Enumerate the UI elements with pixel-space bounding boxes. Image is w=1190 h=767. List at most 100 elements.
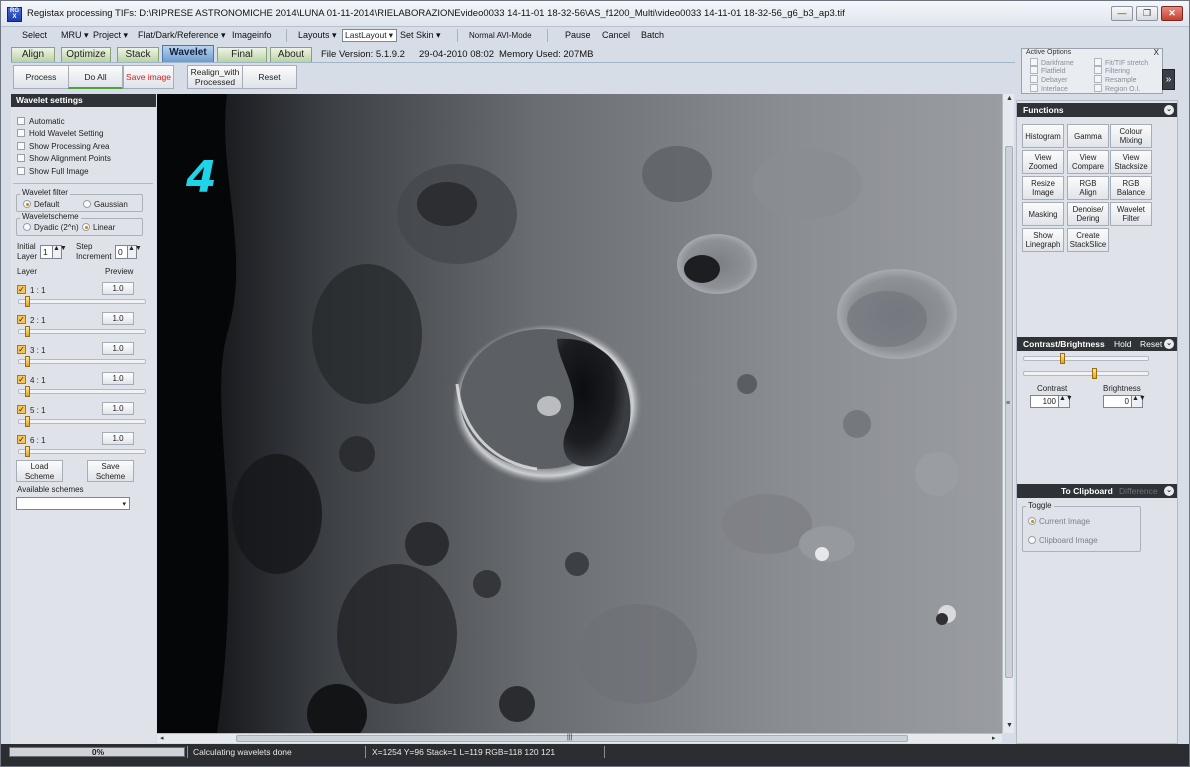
process-button[interactable]: Process — [13, 65, 69, 89]
view-stacksize-button[interactable]: View Stacksize — [1110, 150, 1152, 174]
horizontal-scrollbar[interactable]: ◂ ||| ▸ — [157, 733, 1002, 743]
menu-layouts[interactable]: Layouts ▾ — [298, 30, 337, 41]
layer-slider[interactable] — [18, 326, 146, 337]
spinner-arrows-icon[interactable]: ▲▼ — [1131, 395, 1146, 407]
layer-slider-thumb[interactable] — [25, 446, 30, 457]
scroll-right-icon[interactable]: ▸ — [992, 734, 996, 742]
scroll-left-icon[interactable]: ◂ — [160, 734, 164, 742]
layer-enable-checkbox[interactable]: ✓ — [17, 375, 26, 384]
rgb-align-button[interactable]: RGB Align — [1067, 176, 1109, 200]
layer-slider-thumb[interactable] — [25, 296, 30, 307]
show-linegraph-button[interactable]: Show Linegraph — [1022, 228, 1064, 252]
vertical-scroll-thumb[interactable] — [1005, 146, 1013, 678]
option-filtering[interactable]: Filtering — [1094, 66, 1130, 75]
filter-gaussian-radio[interactable]: Gaussian — [83, 200, 128, 209]
rgb-balance-button[interactable]: RGB Balance — [1110, 176, 1152, 200]
layout-select[interactable]: LastLayout ▾ — [342, 29, 397, 42]
view-compare-button[interactable]: View Compare — [1067, 150, 1109, 174]
layer-preview-button[interactable]: 1.0 — [102, 282, 134, 295]
menu-project[interactable]: Project ▾ — [93, 30, 128, 41]
wavelet-filter-button[interactable]: Wavelet Filter — [1110, 202, 1152, 226]
scroll-down-icon[interactable]: ▼ — [1006, 722, 1013, 729]
collapse-icon[interactable]: ⌄ — [1164, 339, 1174, 349]
clipboard-image-radio[interactable]: Clipboard Image — [1028, 536, 1098, 545]
show-full-image-checkbox[interactable]: Show Full Image — [17, 167, 89, 176]
to-clipboard-button[interactable]: To Clipboard — [1061, 484, 1113, 498]
layer-enable-checkbox[interactable]: ✓ — [17, 315, 26, 324]
option-flatfield[interactable]: Flatfield — [1030, 66, 1066, 75]
initial-layer-spinner[interactable]: 1 ▲▼ — [40, 245, 67, 259]
brightness-input[interactable]: 0 ▲▼ — [1103, 395, 1146, 408]
spinner-arrows-icon[interactable]: ▲▼ — [52, 245, 67, 258]
cancel-button[interactable]: Cancel — [602, 30, 630, 40]
layer-slider-thumb[interactable] — [25, 386, 30, 397]
layer-preview-button[interactable]: 1.0 — [102, 342, 134, 355]
option-resample[interactable]: Resample — [1094, 75, 1137, 84]
layer-slider[interactable] — [18, 296, 146, 307]
maximize-button[interactable]: ❐ — [1136, 6, 1158, 21]
functions-header[interactable]: Functions ⌄ — [1017, 103, 1177, 117]
show-alignment-points-checkbox[interactable]: Show Alignment Points — [17, 154, 111, 163]
tab-wavelet[interactable]: Wavelet — [162, 45, 214, 62]
resize-image-button[interactable]: Resize Image — [1022, 176, 1064, 200]
layer-slider[interactable] — [18, 356, 146, 367]
tab-final[interactable]: Final — [217, 47, 267, 62]
spinner-arrows-icon[interactable]: ▲▼ — [1058, 395, 1073, 407]
batch-button[interactable]: Batch — [641, 30, 664, 40]
layer-slider-thumb[interactable] — [25, 356, 30, 367]
hold-wavelet-setting-checkbox[interactable]: Hold Wavelet Setting — [17, 129, 103, 138]
create-stackslice-button[interactable]: Create StackSlice — [1067, 228, 1109, 252]
layer-enable-checkbox[interactable]: ✓ — [17, 285, 26, 294]
masking-button[interactable]: Masking — [1022, 202, 1064, 226]
filter-default-radio[interactable]: Default — [23, 200, 59, 209]
scheme-dyadic-radio[interactable]: Dyadic (2^n) — [23, 223, 79, 232]
reset-button[interactable]: Reset — [242, 65, 297, 89]
layer-slider[interactable] — [18, 446, 146, 457]
menu-mru[interactable]: MRU ▾ — [61, 30, 89, 41]
menu-select[interactable]: Select — [22, 30, 47, 40]
hold-button[interactable]: Hold — [1114, 337, 1131, 351]
layer-slider-thumb[interactable] — [25, 416, 30, 427]
available-schemes-select[interactable]: ▾ — [16, 497, 130, 510]
histogram-button[interactable]: Histogram — [1022, 124, 1064, 148]
contrast-slider-thumb[interactable] — [1060, 353, 1065, 364]
brightness-slider[interactable] — [1023, 368, 1149, 379]
menu-avi-mode[interactable]: Normal AVI-Mode — [469, 31, 532, 40]
automatic-checkbox[interactable]: Automatic — [17, 117, 65, 126]
collapse-icon[interactable]: ⌄ — [1164, 105, 1174, 115]
scroll-up-icon[interactable]: ▲ — [1006, 95, 1013, 102]
save-scheme-button[interactable]: Save Scheme — [87, 460, 134, 482]
save-image-button[interactable]: Save image — [123, 65, 174, 89]
layer-preview-button[interactable]: 1.0 — [102, 402, 134, 415]
contrast-input[interactable]: 100 ▲▼ — [1030, 395, 1073, 408]
option-debayer[interactable]: Debayer — [1030, 75, 1067, 84]
layer-preview-button[interactable]: 1.0 — [102, 432, 134, 445]
layer-slider[interactable] — [18, 386, 146, 397]
layer-enable-checkbox[interactable]: ✓ — [17, 435, 26, 444]
expand-panel-button[interactable]: » — [1162, 69, 1175, 90]
vertical-scrollbar[interactable]: ▲ ≡ ▼ — [1002, 94, 1014, 733]
step-increment-spinner[interactable]: 0 ▲▼ — [115, 245, 142, 259]
denoise-dering-button[interactable]: Denoise/Dering — [1067, 202, 1109, 226]
layer-enable-checkbox[interactable]: ✓ — [17, 345, 26, 354]
pause-button[interactable]: Pause — [565, 30, 591, 40]
brightness-slider-thumb[interactable] — [1092, 368, 1097, 379]
spinner-arrows-icon[interactable]: ▲▼ — [127, 245, 142, 258]
tab-align[interactable]: Align — [11, 47, 55, 62]
do-all-button[interactable]: Do All — [68, 65, 123, 89]
image-viewport[interactable]: 4 — [157, 94, 1002, 733]
layer-slider[interactable] — [18, 416, 146, 427]
layer-preview-button[interactable]: 1.0 — [102, 372, 134, 385]
layer-preview-button[interactable]: 1.0 — [102, 312, 134, 325]
show-processing-area-checkbox[interactable]: Show Processing Area — [17, 142, 110, 151]
layer-enable-checkbox[interactable]: ✓ — [17, 405, 26, 414]
contrast-slider[interactable] — [1023, 353, 1149, 364]
layer-slider-thumb[interactable] — [25, 326, 30, 337]
title-bar[interactable]: RG X Registax processing TIFs: D:\RIPRESE… — [1, 1, 1189, 27]
collapse-icon[interactable]: ⌄ — [1164, 486, 1174, 496]
menu-flat-dark-reference[interactable]: Flat/Dark/Reference ▾ — [138, 30, 226, 41]
close-icon[interactable]: X — [1154, 48, 1159, 57]
option-interlace[interactable]: Interlace — [1030, 84, 1068, 93]
scheme-linear-radio[interactable]: Linear — [82, 223, 115, 232]
tab-about[interactable]: About — [270, 47, 312, 62]
